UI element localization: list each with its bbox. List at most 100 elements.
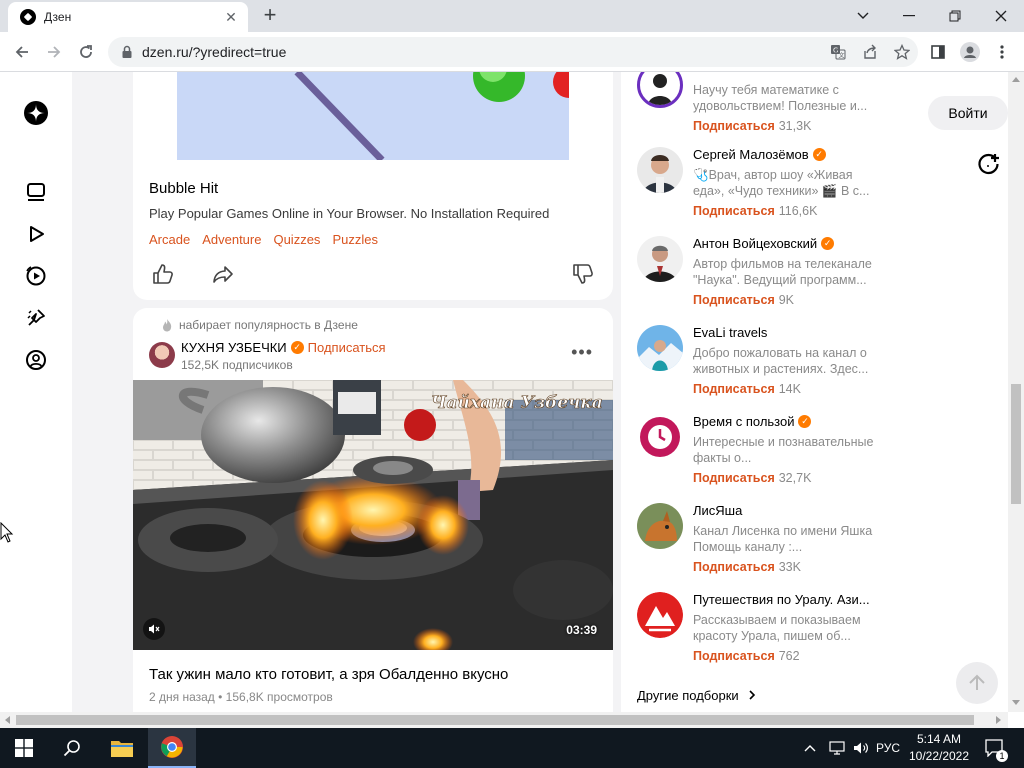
channel-avatar[interactable]	[637, 414, 683, 460]
channel-name[interactable]: Сергей Малозёмов	[693, 147, 809, 162]
subscribe-button[interactable]: Подписаться	[693, 204, 775, 218]
channel-item[interactable]: ЛисЯша Канал Лисенка по имени Яшка Помощ…	[637, 503, 887, 583]
horizontal-scroll-thumb[interactable]	[16, 715, 974, 725]
tag-arcade[interactable]: Arcade	[149, 232, 190, 247]
search-icon[interactable]	[48, 728, 96, 768]
tab-close-icon[interactable]: ✕	[222, 9, 240, 26]
chrome-taskbar-icon[interactable]	[148, 728, 196, 768]
vertical-scrollbar[interactable]	[1008, 72, 1024, 712]
channel-name[interactable]: Антон Войцеховский	[693, 236, 817, 251]
horizontal-scrollbar[interactable]	[0, 712, 1008, 728]
subscribe-button[interactable]: Подписаться	[308, 340, 386, 355]
tag-adventure[interactable]: Adventure	[202, 232, 261, 247]
subscribe-button[interactable]: Подписаться	[693, 119, 775, 133]
back-button[interactable]	[8, 38, 36, 66]
tag-quizzes[interactable]: Quizzes	[273, 232, 320, 247]
channel-avatar[interactable]	[637, 503, 683, 549]
file-explorer-icon[interactable]	[98, 728, 146, 768]
dislike-icon[interactable]	[569, 260, 597, 288]
channel-item[interactable]: Путешествия по Уралу. Ази... Рассказывае…	[637, 592, 887, 672]
network-icon[interactable]	[826, 728, 848, 768]
channel-item[interactable]: EvaLi travels Добро пожаловать на канал …	[637, 325, 887, 405]
other-collections-link[interactable]: Другие подборки	[637, 688, 756, 703]
language-indicator[interactable]: РУС	[872, 728, 904, 768]
card-title[interactable]: Bubble Hit	[149, 180, 218, 197]
chevron-right-icon	[742, 688, 756, 703]
channel-name[interactable]: EvaLi travels	[693, 325, 767, 340]
new-tab-button[interactable]: +	[258, 4, 282, 28]
start-windows-icon[interactable]	[0, 728, 48, 768]
scroll-to-top-button[interactable]	[956, 662, 998, 704]
bookmark-star-icon[interactable]	[886, 38, 918, 66]
channel-item[interactable]: Время с пользой ✓ Интересные и познавател…	[637, 414, 887, 494]
tab-search-icon[interactable]	[840, 0, 886, 32]
card-description: Play Popular Games Online in Your Browse…	[149, 206, 550, 221]
tab-title: Дзен	[44, 10, 72, 24]
subscriber-count: 32,7K	[778, 471, 812, 485]
clock[interactable]: 5:14 AM 10/22/2022	[904, 731, 974, 765]
shorts-icon[interactable]	[22, 262, 50, 290]
url-text[interactable]: dzen.ru/?yredirect=true	[142, 44, 822, 60]
scroll-left-arrow-icon[interactable]	[4, 716, 10, 724]
restore-button[interactable]	[932, 0, 978, 32]
pin-icon[interactable]	[22, 304, 50, 332]
channel-avatar[interactable]	[637, 72, 683, 108]
channel-item[interactable]: Антон Войцеховский ✓ Автор фильмов на тел…	[637, 236, 887, 316]
channel-name[interactable]: Путешествия по Уралу. Ази...	[693, 592, 870, 607]
video-player[interactable]: Чайхана Узбечка 03:39	[133, 380, 613, 650]
notifications-badge: 1	[996, 750, 1008, 762]
feed-card-game[interactable]: Bubble Hit Play Popular Games Online in …	[133, 72, 613, 300]
tray-chevron-up-icon[interactable]	[800, 728, 820, 768]
menu-kebab-icon[interactable]	[988, 38, 1016, 66]
subscriber-count: 33K	[778, 560, 801, 574]
profile-icon[interactable]	[22, 346, 50, 374]
volume-icon[interactable]	[850, 728, 872, 768]
channel-item[interactable]: Сергей Малозёмов ✓ 🩺Врач, автор шоу «Жива…	[637, 147, 887, 227]
game-thumbnail[interactable]	[177, 72, 569, 160]
channel-avatar[interactable]	[637, 325, 683, 371]
tag-puzzles[interactable]: Puzzles	[332, 232, 378, 247]
minimize-button[interactable]	[886, 0, 932, 32]
subscribe-button[interactable]: Подписаться	[693, 293, 775, 307]
scroll-down-arrow-icon[interactable]	[1012, 700, 1020, 706]
subscribe-button[interactable]: Подписаться	[693, 382, 775, 396]
feed-card-video[interactable]: набирает популярность в Дзене КУХНЯ УЗБЕ…	[133, 308, 613, 712]
close-window-button[interactable]	[978, 0, 1024, 32]
like-icon[interactable]	[149, 260, 177, 288]
reload-button[interactable]	[72, 38, 100, 66]
channel-name[interactable]: Время с пользой	[693, 414, 794, 429]
translate-icon[interactable]: G文	[822, 38, 854, 66]
lock-icon[interactable]	[120, 45, 134, 59]
channel-avatar[interactable]	[637, 592, 683, 638]
create-post-icon[interactable]	[976, 152, 1002, 178]
channel-avatar[interactable]	[637, 147, 683, 193]
svg-text:文: 文	[839, 52, 845, 60]
share-arrow-icon[interactable]	[209, 260, 237, 288]
channel-name[interactable]: КУХНЯ УЗБЕЧКИ	[181, 340, 287, 355]
feed-icon[interactable]	[22, 178, 50, 206]
side-panel-icon[interactable]	[924, 38, 952, 66]
tab-dzen[interactable]: Дзен ✕	[8, 2, 248, 32]
channel-name[interactable]: ЛисЯша	[693, 503, 742, 518]
channel-subscribe-row: Подписаться 32,7K	[693, 471, 811, 485]
forward-button[interactable]	[40, 38, 68, 66]
vertical-scroll-thumb[interactable]	[1011, 384, 1021, 504]
profile-avatar[interactable]	[956, 38, 984, 66]
channel-item[interactable]: Научу тебя математике с удовольствием! П…	[637, 72, 887, 142]
channel-avatar[interactable]	[149, 342, 175, 368]
address-bar[interactable]: dzen.ru/?yredirect=true G文	[108, 37, 918, 67]
notifications-icon[interactable]: 1	[980, 728, 1008, 768]
login-button[interactable]: Войти	[928, 96, 1008, 130]
subscribe-button[interactable]: Подписаться	[693, 560, 775, 574]
dzen-logo-icon[interactable]	[22, 99, 50, 127]
video-play-icon[interactable]	[22, 220, 50, 248]
channel-avatar[interactable]	[637, 236, 683, 282]
scroll-up-arrow-icon[interactable]	[1012, 76, 1020, 82]
video-title[interactable]: Так ужин мало кто готовит, а зря Обалден…	[149, 666, 508, 683]
scroll-right-arrow-icon[interactable]	[996, 716, 1002, 724]
mute-icon[interactable]	[143, 618, 165, 640]
subscribe-button[interactable]: Подписаться	[693, 471, 775, 485]
share-icon[interactable]	[854, 38, 886, 66]
subscribe-button[interactable]: Подписаться	[693, 649, 775, 663]
more-options-icon[interactable]: •••	[571, 342, 593, 363]
